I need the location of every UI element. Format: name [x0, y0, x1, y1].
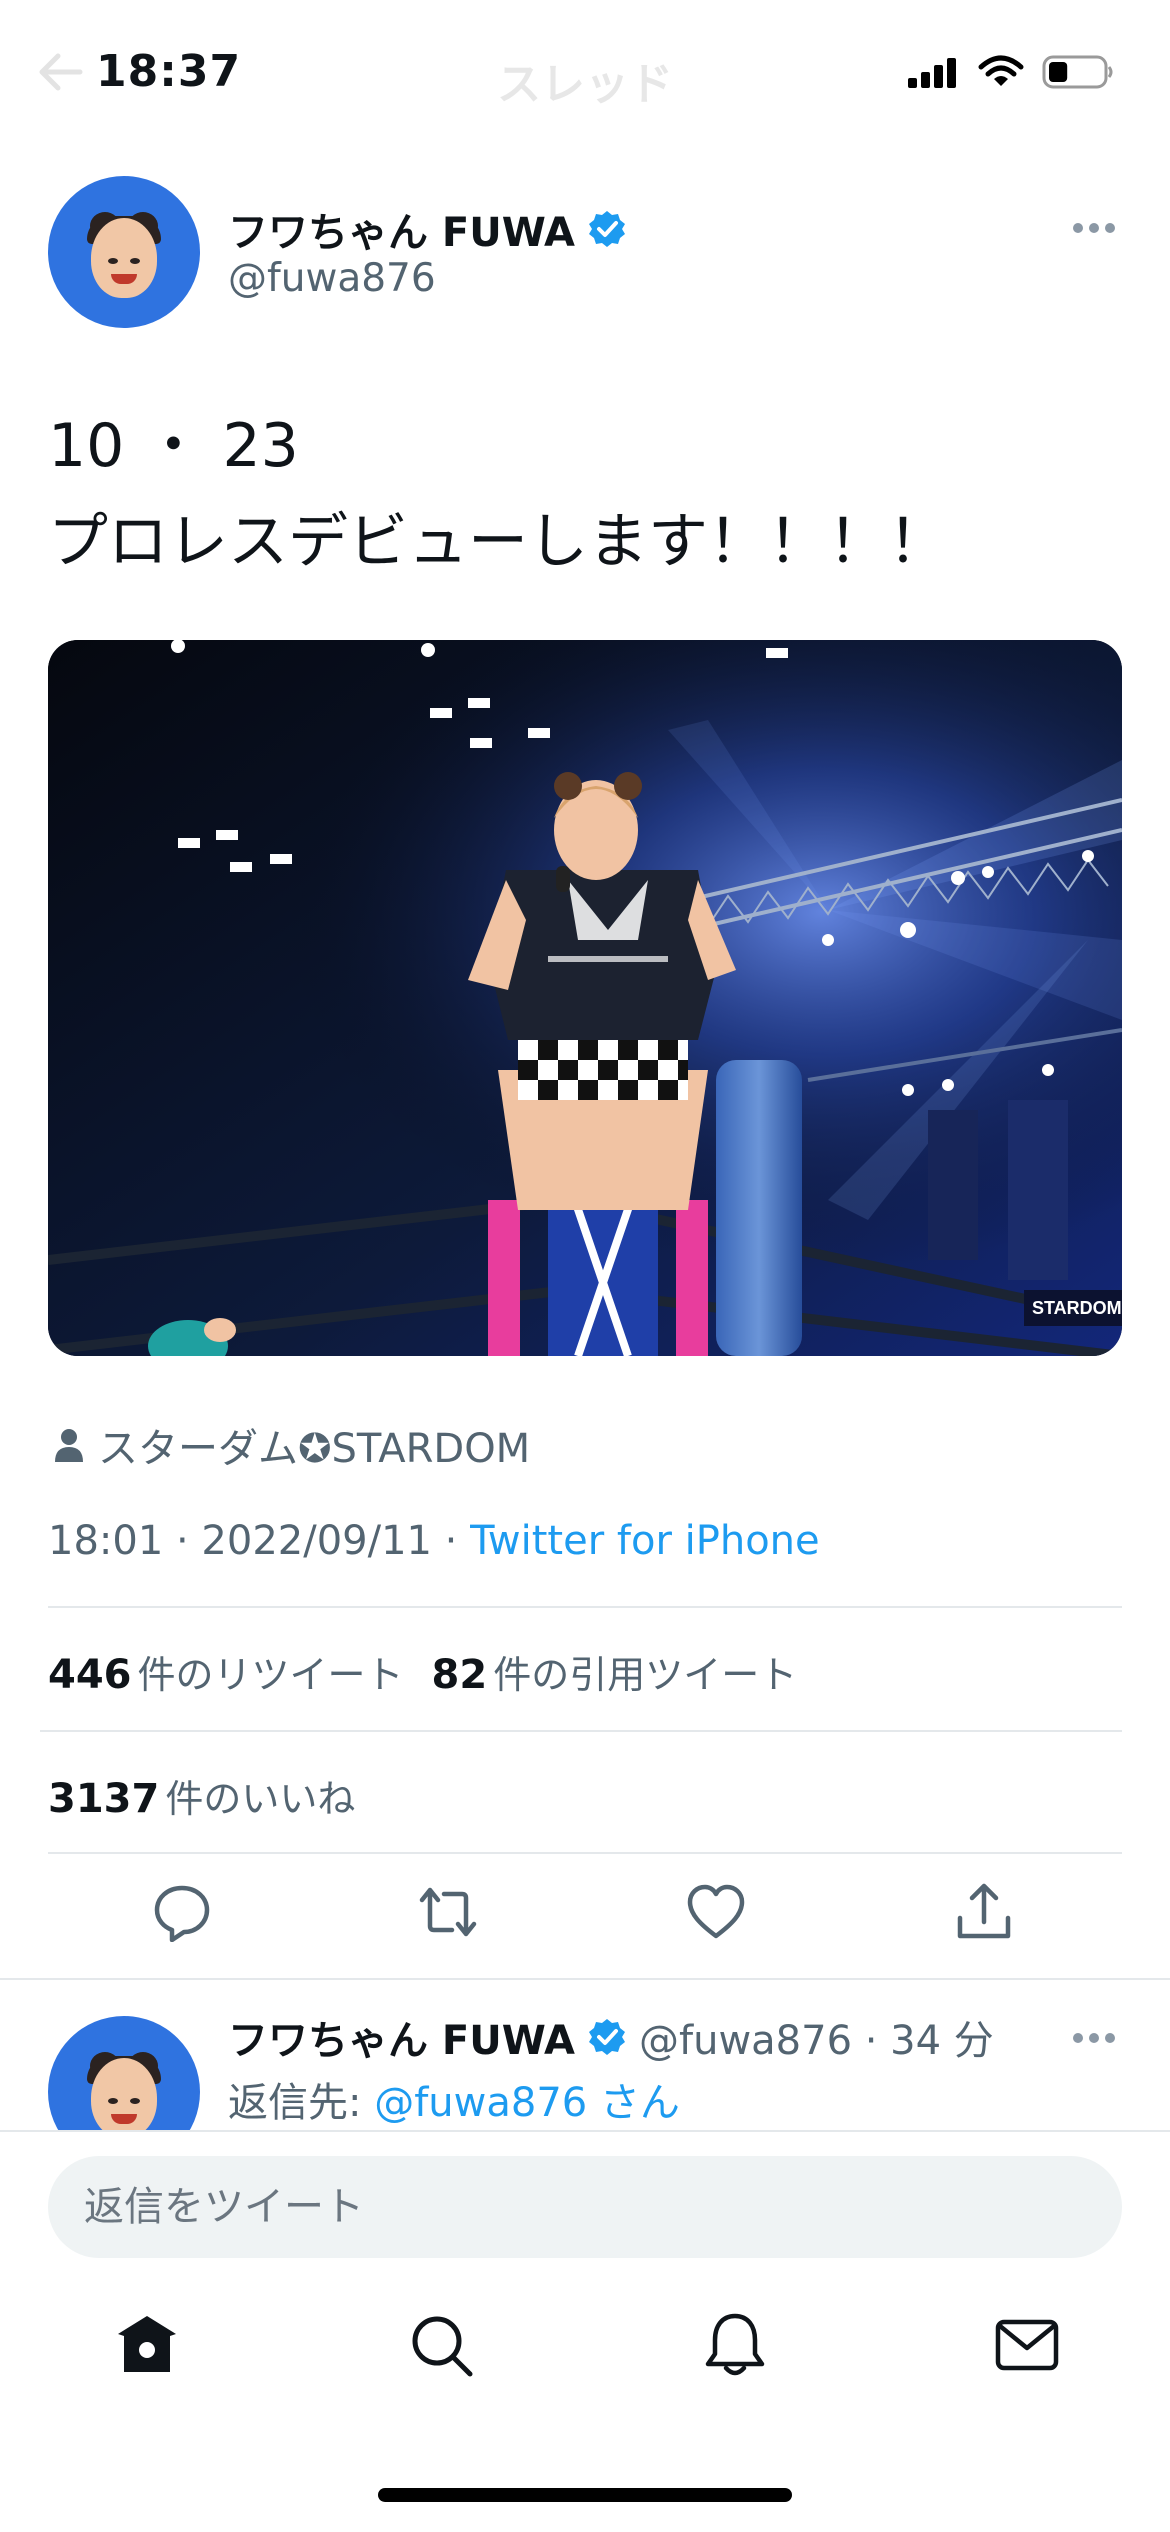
divider [0, 1978, 1170, 1980]
likes-count: 3137 [48, 1776, 160, 1822]
reply-display-name: フワちゃん FUWA [228, 2018, 576, 2064]
tagged-user-label: スターダム✪STARDOM [98, 1426, 531, 1472]
svg-text:STARDOM: STARDOM [1032, 1298, 1122, 1318]
tweet-media-photo[interactable]: STARDOM [48, 640, 1122, 1356]
likes-stats-row: 3137 件のいいね [48, 1768, 355, 1823]
bottom-panel [0, 2130, 1170, 2532]
likes-label: 件のいいね [165, 1777, 356, 1821]
tweet-source-link[interactable]: Twitter for iPhone [470, 1518, 820, 1564]
retweet-icon[interactable] [418, 1882, 478, 1942]
wifi-icon [978, 55, 1024, 86]
verified-badge-icon [589, 211, 626, 247]
status-bar: スレッド 18:37 [0, 0, 1170, 140]
retweets-stat[interactable]: 446 件のリツイート [48, 1644, 404, 1699]
tagged-user[interactable]: スターダム✪STARDOM [54, 1416, 530, 1474]
quotes-stat[interactable]: 82 件の引用ツイート [432, 1644, 798, 1699]
tweet-text: 10 ・ 23 プロレスデビューします！！！！ [48, 411, 948, 577]
retweets-label: 件のリツイート [137, 1653, 404, 1697]
quotes-label: 件の引用ツイート [493, 1653, 798, 1697]
likes-stat[interactable]: 3137 件のいいね [48, 1768, 355, 1823]
cellular-signal-icon [908, 58, 956, 88]
reply-handle-time: @fuwa876 · 34 分 [639, 2018, 994, 2064]
author-handle[interactable]: @fuwa876 [228, 256, 436, 301]
status-time: 18:37 [96, 46, 242, 97]
person-icon [55, 1429, 83, 1462]
author-avatar[interactable] [48, 176, 200, 328]
reply-to-line: 返信先: @fuwa876 さん [228, 2070, 680, 2128]
author-name[interactable]: フワちゃん FUWA [228, 200, 627, 258]
tweet-timestamp: 18:01 · 2022/09/11 · [48, 1518, 471, 1564]
share-icon[interactable] [954, 1882, 1014, 1942]
retweet-stats-row: 446 件のリツイート 82 件の引用ツイート [48, 1644, 797, 1699]
retweets-count: 446 [48, 1652, 132, 1698]
home-icon[interactable] [114, 2312, 180, 2378]
divider [48, 1852, 1122, 1854]
divider [40, 1730, 1122, 1732]
reply-to-label: 返信先: [228, 2080, 375, 2126]
more-options-icon[interactable] [1072, 222, 1116, 234]
reply-to-handle-link[interactable]: @fuwa876 さん [374, 2080, 680, 2126]
quotes-count: 82 [431, 1652, 488, 1698]
like-icon[interactable] [686, 1882, 746, 1942]
reply-author-line[interactable]: フワちゃん FUWA @fuwa876 · 34 分 [228, 2008, 994, 2066]
home-indicator[interactable] [378, 2488, 792, 2502]
divider [48, 1606, 1122, 1608]
reply-input[interactable] [48, 2156, 1122, 2258]
status-icons [908, 54, 1114, 90]
tweet-action-bar [0, 1882, 1170, 1952]
tab-bar [0, 2312, 1170, 2422]
messages-icon[interactable] [994, 2312, 1060, 2378]
notifications-icon[interactable] [702, 2312, 768, 2378]
author-display-name: フワちゃん FUWA [228, 210, 576, 256]
search-icon[interactable] [408, 2312, 474, 2378]
reply-icon[interactable] [152, 1882, 212, 1942]
tweet-meta: 18:01 · 2022/09/11 · Twitter for iPhone [48, 1518, 820, 1564]
verified-badge-icon [589, 2019, 626, 2055]
battery-icon [1042, 55, 1113, 89]
reply-more-options-icon[interactable] [1072, 2032, 1116, 2044]
